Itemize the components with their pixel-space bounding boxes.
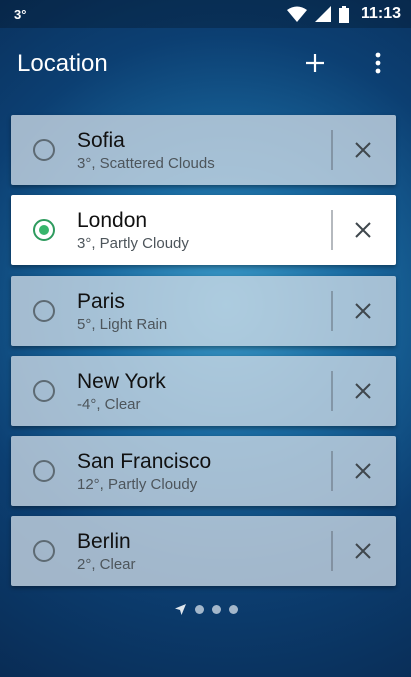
location-weather-summary: 3°, Partly Cloudy bbox=[77, 235, 189, 252]
remove-location-button[interactable] bbox=[348, 376, 378, 406]
add-location-button[interactable] bbox=[300, 48, 330, 78]
remove-location-button[interactable] bbox=[348, 135, 378, 165]
location-card[interactable]: London 3°, Partly Cloudy bbox=[11, 195, 396, 265]
location-weather-summary: 2°, Clear bbox=[77, 556, 136, 573]
location-radio[interactable] bbox=[33, 460, 55, 482]
status-icons: 11:13 bbox=[286, 3, 401, 25]
location-card[interactable]: Paris 5°, Light Rain bbox=[11, 276, 396, 346]
location-radio[interactable] bbox=[33, 139, 55, 161]
remove-location-button[interactable] bbox=[348, 296, 378, 326]
close-icon bbox=[355, 222, 371, 238]
location-radio[interactable] bbox=[33, 219, 55, 241]
close-icon bbox=[355, 142, 371, 158]
status-time: 11:13 bbox=[360, 5, 401, 22]
location-city: London bbox=[77, 209, 148, 232]
location-radio[interactable] bbox=[33, 540, 55, 562]
location-weather-summary: 12°, Partly Cloudy bbox=[77, 476, 198, 493]
location-radio[interactable] bbox=[33, 300, 55, 322]
plus-icon bbox=[306, 54, 324, 72]
location-weather-summary: -4°, Clear bbox=[77, 396, 141, 413]
page-dot[interactable] bbox=[211, 604, 221, 614]
location-weather-summary: 3°, Scattered Clouds bbox=[77, 155, 215, 172]
remove-location-button[interactable] bbox=[348, 215, 378, 245]
location-city: Berlin bbox=[77, 530, 131, 553]
app-bar: Location bbox=[0, 28, 411, 100]
more-options-button[interactable] bbox=[363, 48, 393, 78]
card-divider bbox=[331, 451, 333, 491]
radio-selected-dot bbox=[39, 225, 49, 235]
location-city: New York bbox=[77, 370, 166, 393]
status-temperature: 3° bbox=[14, 7, 27, 22]
page-dot[interactable] bbox=[194, 604, 204, 614]
close-icon bbox=[355, 303, 371, 319]
location-city: Sofia bbox=[77, 129, 125, 152]
navigation-arrow-icon[interactable] bbox=[174, 603, 187, 616]
card-divider bbox=[331, 130, 333, 170]
location-radio[interactable] bbox=[33, 380, 55, 402]
status-bar: 3° 11:13 bbox=[0, 0, 411, 28]
location-card[interactable]: New York -4°, Clear bbox=[11, 356, 396, 426]
page-dot[interactable] bbox=[228, 604, 238, 614]
wifi-icon bbox=[286, 6, 307, 22]
close-icon bbox=[355, 463, 371, 479]
cell-signal-icon bbox=[314, 6, 331, 22]
card-divider bbox=[331, 291, 333, 331]
card-divider bbox=[331, 210, 333, 250]
page-title: Location bbox=[17, 50, 108, 77]
location-card[interactable]: Berlin 2°, Clear bbox=[11, 516, 396, 586]
battery-icon bbox=[338, 5, 349, 23]
remove-location-button[interactable] bbox=[348, 536, 378, 566]
location-weather-summary: 5°, Light Rain bbox=[77, 316, 168, 333]
location-card[interactable]: Sofia 3°, Scattered Clouds bbox=[11, 115, 396, 185]
location-city: San Francisco bbox=[77, 450, 212, 473]
card-divider bbox=[331, 371, 333, 411]
more-vert-icon bbox=[375, 52, 381, 74]
page-indicator bbox=[0, 601, 411, 617]
location-card[interactable]: San Francisco 12°, Partly Cloudy bbox=[11, 436, 396, 506]
remove-location-button[interactable] bbox=[348, 456, 378, 486]
close-icon bbox=[355, 543, 371, 559]
close-icon bbox=[355, 383, 371, 399]
location-city: Paris bbox=[77, 290, 125, 313]
card-divider bbox=[331, 531, 333, 571]
